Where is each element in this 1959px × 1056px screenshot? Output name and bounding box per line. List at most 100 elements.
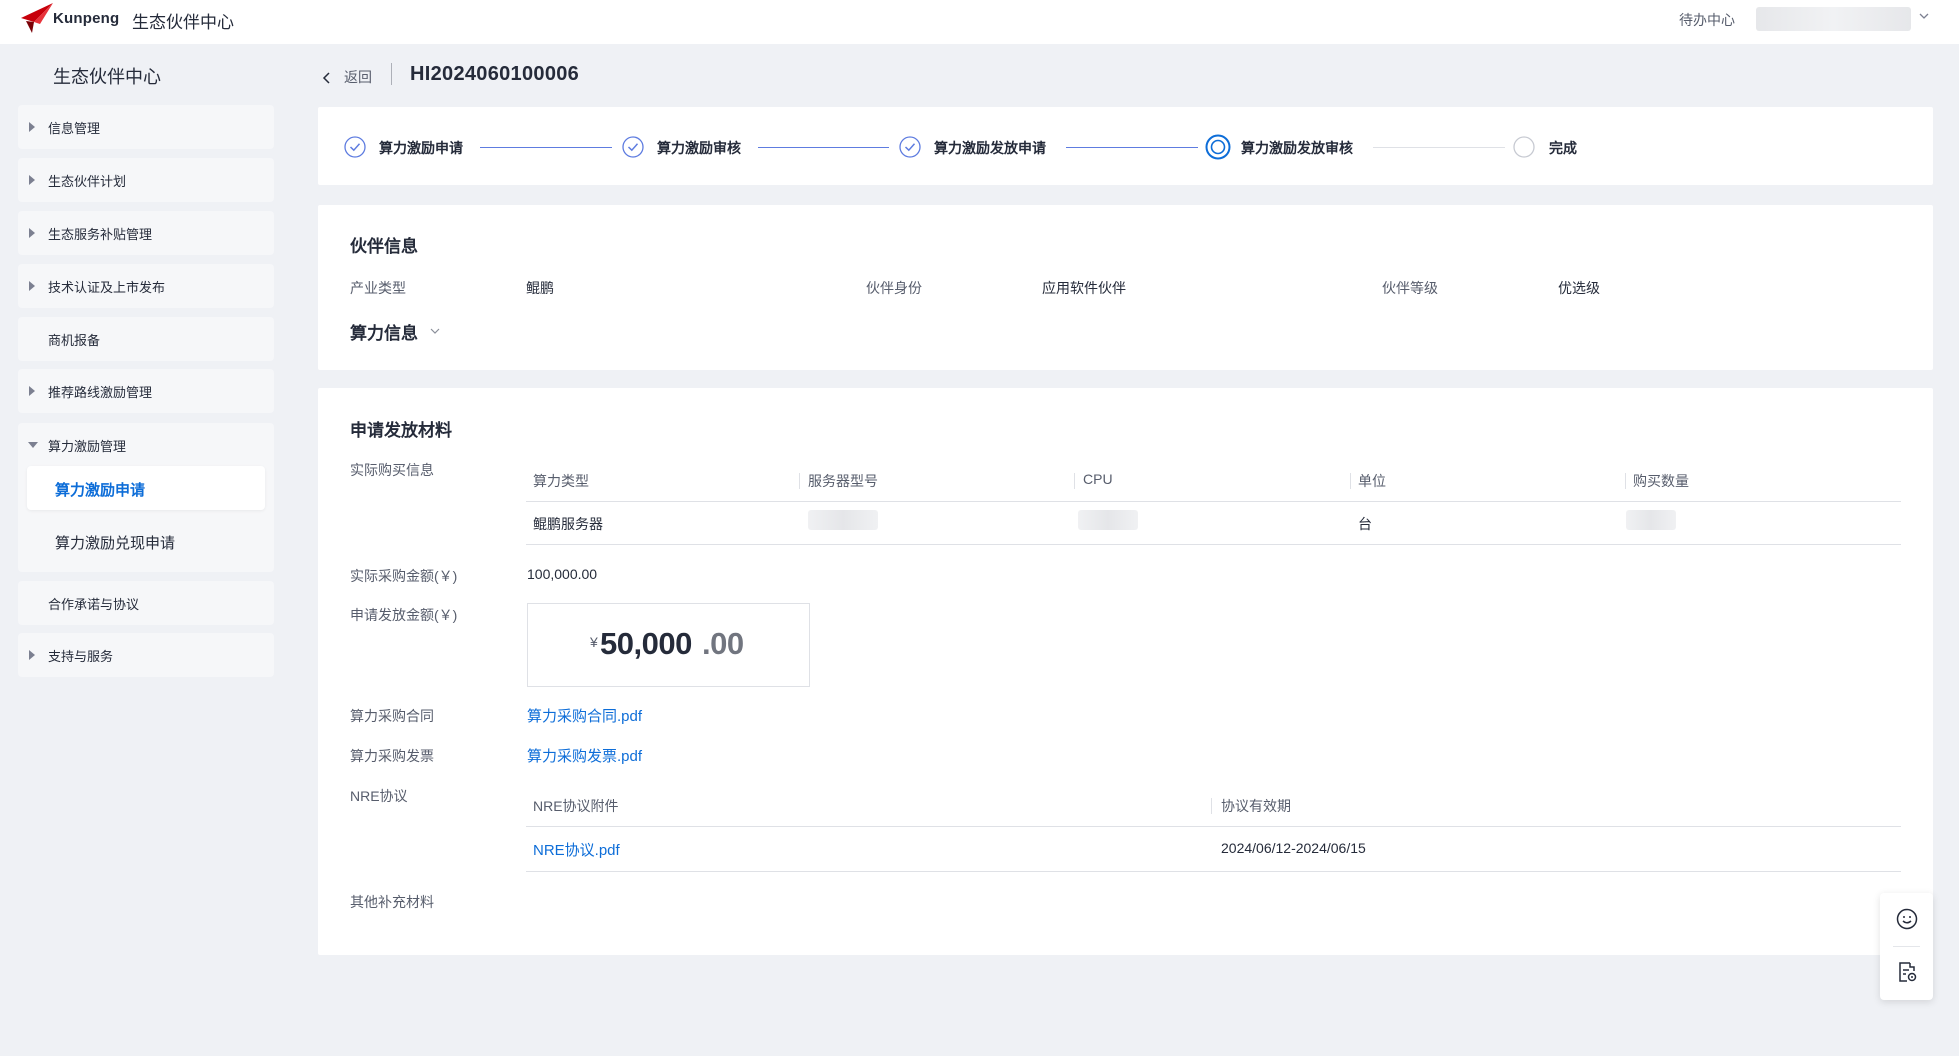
apply-amount-display: ¥ 50,000 .00: [527, 603, 810, 687]
sidebar-item-label: 技术认证及上市发布: [48, 280, 166, 295]
app-title[interactable]: 生态伙伴中心: [132, 8, 234, 33]
partner-level-value: 优选级: [1558, 280, 1600, 296]
nre-file-link[interactable]: NRE协议.pdf: [533, 839, 620, 860]
server-model-cell: [808, 510, 878, 530]
step-label: 算力激励审核: [657, 140, 741, 156]
partner-level-label: 伙伴等级: [1382, 280, 1438, 296]
table-divider: [526, 544, 1901, 545]
back-button[interactable]: 返回: [344, 67, 372, 87]
top-bar: Kunpeng 生态伙伴中心 待办中心: [0, 0, 1959, 44]
apply-amount-integer: 50,000: [600, 626, 692, 661]
invoice-label: 算力采购发票: [350, 748, 434, 764]
apply-amount-label: 申请发放金额(￥): [350, 607, 458, 623]
step-done-icon: [344, 136, 366, 158]
sidebar-item-label: 支持与服务: [48, 649, 114, 664]
apply-amount-decimal: .00: [702, 626, 744, 661]
table-divider: [526, 871, 1901, 872]
step-connector: [480, 147, 612, 148]
table-header: 协议有效期: [1221, 798, 1291, 814]
sidebar-item-opportunity[interactable]: 商机报备: [18, 317, 274, 361]
sidebar-item-partner-plan[interactable]: 生态伙伴计划: [18, 158, 274, 202]
other-material-label: 其他补充材料: [350, 894, 434, 910]
sidebar-title: 生态伙伴中心: [53, 67, 161, 87]
actual-amount-value: 100,000.00: [527, 566, 598, 582]
table-header: 单位: [1358, 473, 1386, 489]
column-divider: [1625, 473, 1626, 489]
chevron-down-icon[interactable]: [429, 326, 441, 336]
user-account[interactable]: [1756, 7, 1911, 31]
partner-info-card: 伙伴信息 产业类型 鲲鹏 伙伴身份 应用软件伙伴 伙伴等级 优选级 算力信息: [318, 205, 1933, 370]
currency-symbol: ¥: [590, 634, 598, 650]
table-divider: [526, 501, 1901, 502]
sidebar-item-agreement[interactable]: 合作承诺与协议: [18, 581, 274, 625]
sidebar-item-service-subsidy[interactable]: 生态服务补贴管理: [18, 211, 274, 255]
chevron-left-icon[interactable]: [322, 72, 331, 84]
section-title: 申请发放材料: [350, 421, 452, 440]
step-label: 完成: [1549, 140, 1577, 156]
column-divider: [1350, 473, 1351, 489]
caret-right-icon: [29, 122, 35, 132]
step-current-icon: [1205, 134, 1231, 160]
unit-cell: 台: [1358, 516, 1372, 532]
floating-helper-panel: [1880, 893, 1933, 1000]
sidebar-group-label[interactable]: 算力激励管理: [48, 436, 126, 455]
invoice-file-link[interactable]: 算力采购发票.pdf: [527, 745, 642, 766]
step-label: 算力激励申请: [379, 140, 463, 156]
step-connector: [1066, 147, 1198, 148]
industry-type-label: 产业类型: [350, 280, 406, 296]
chevron-down-icon[interactable]: [1918, 10, 1930, 22]
header-divider: [391, 63, 392, 85]
cpu-cell: [1078, 510, 1138, 530]
sidebar-item-label: 生态伙伴计划: [48, 174, 127, 189]
table-header: 服务器型号: [808, 473, 878, 489]
step-label: 算力激励发放申请: [934, 140, 1046, 156]
document-settings-icon[interactable]: [1895, 960, 1919, 984]
step-done-icon: [899, 136, 921, 158]
nre-period-cell: 2024/06/12-2024/06/15: [1221, 840, 1366, 856]
caret-right-icon: [29, 175, 35, 185]
sidebar-item-certification[interactable]: 技术认证及上市发布: [18, 264, 274, 308]
actual-amount-label: 实际采购金额(￥): [350, 568, 458, 584]
compute-info-toggle[interactable]: 算力信息: [350, 319, 418, 344]
contract-label: 算力采购合同: [350, 708, 434, 724]
sidebar-item-label: 合作承诺与协议: [48, 597, 140, 612]
step-connector: [1373, 147, 1505, 148]
section-title: 伙伴信息: [350, 237, 418, 256]
brand-name[interactable]: Kunpeng: [53, 10, 119, 27]
table-header: NRE协议附件: [533, 798, 619, 814]
caret-right-icon: [29, 281, 35, 291]
column-divider: [1074, 473, 1075, 489]
kunpeng-logo-icon[interactable]: [20, 2, 54, 34]
sidebar-item-compute-incentive-apply[interactable]: 算力激励申请: [27, 466, 265, 510]
table-divider: [526, 826, 1901, 827]
table-header: 购买数量: [1633, 473, 1689, 489]
step-pending-icon: [1513, 136, 1535, 158]
sidebar-item-label: 推荐路线激励管理: [48, 385, 153, 400]
quantity-cell: [1626, 510, 1676, 530]
sidebar-item-support[interactable]: 支持与服务: [18, 633, 274, 677]
page-title: HI2024060100006: [410, 63, 580, 85]
application-material-card: 申请发放材料 实际购买信息 算力类型 服务器型号 CPU 单位 购买数量 鲲鹏服…: [318, 388, 1933, 955]
sidebar-item-label: 信息管理: [48, 121, 101, 136]
todo-center-link[interactable]: 待办中心: [1679, 10, 1735, 30]
contract-file-link[interactable]: 算力采购合同.pdf: [527, 705, 642, 726]
caret-right-icon: [29, 228, 35, 238]
table-header: 算力类型: [533, 473, 589, 489]
smiley-feedback-icon[interactable]: [1895, 907, 1919, 931]
sidebar-item-label: 算力激励申请: [55, 482, 146, 499]
step-connector: [758, 147, 889, 148]
industry-type-value: 鲲鹏: [526, 280, 554, 296]
sidebar-item-route-incentive[interactable]: 推荐路线激励管理: [18, 369, 274, 413]
sidebar-item-label: 生态服务补贴管理: [48, 227, 153, 242]
sidebar-item-info-management[interactable]: 信息管理: [18, 105, 274, 149]
step-done-icon: [622, 136, 644, 158]
progress-steps: 算力激励申请 算力激励审核 算力激励发放申请 算力激励发放审核 完成: [318, 107, 1933, 185]
step-label: 算力激励发放审核: [1241, 140, 1353, 156]
partner-role-label: 伙伴身份: [866, 280, 922, 296]
partner-role-value: 应用软件伙伴: [1042, 280, 1126, 296]
nre-label: NRE协议: [350, 788, 408, 804]
caret-down-icon[interactable]: [28, 442, 38, 448]
caret-right-icon: [29, 650, 35, 660]
sidebar-item-label: 商机报备: [48, 333, 101, 348]
sidebar-item-compute-incentive-redeem[interactable]: 算力激励兑现申请: [55, 532, 175, 553]
